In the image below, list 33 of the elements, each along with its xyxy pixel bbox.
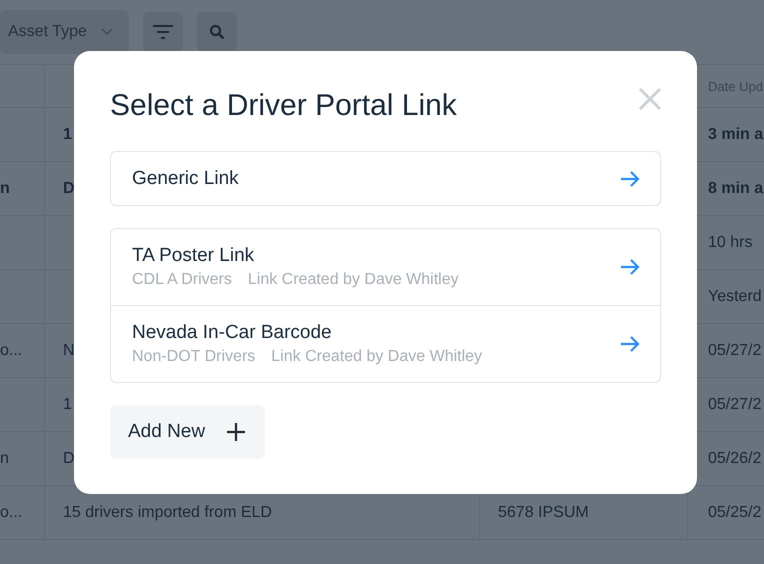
link-item[interactable]: Nevada In-Car Barcode Non-DOT Drivers Link Created by Dave Whitley (111, 305, 660, 382)
table-cell-text: 8 min a (707, 178, 764, 198)
arrow-right-icon (620, 336, 640, 352)
link-audience: CDL A Drivers (132, 271, 232, 289)
table-cell-text: 10 hrs (707, 232, 754, 252)
link-title: Generic Link (132, 168, 239, 190)
arrow-right-icon (620, 170, 640, 186)
link-title: Nevada In-Car Barcode (132, 322, 332, 343)
add-new-button[interactable]: Add New (110, 405, 266, 459)
table-cell-text: 3 min a (707, 124, 764, 144)
table-cell-text: 05/27/2 (707, 394, 762, 414)
table-cell-text: 05/26/2 (707, 448, 762, 468)
table-cell-text: Yesterd (707, 286, 763, 306)
chevron-down-icon (100, 28, 113, 36)
table-cell: n (0, 162, 45, 215)
link-creator: Link Created by Dave Whitley (248, 271, 459, 289)
filter-button[interactable] (142, 12, 183, 52)
link-title: TA Poster Link (132, 245, 254, 266)
search-button[interactable] (196, 12, 237, 52)
table-cell-text: 05/25/2 (707, 502, 762, 522)
generic-link-item[interactable]: Generic Link (110, 151, 661, 206)
plus-icon (227, 423, 246, 441)
table-cell: o... (0, 324, 45, 377)
link-creator: Link Created by Dave Whitley (271, 348, 482, 366)
link-item[interactable]: TA Poster Link CDL A Drivers Link Created by Dave Whitley (111, 229, 660, 305)
table-cell-text: 05/27/2 (707, 340, 762, 360)
table-cell: n (0, 432, 45, 485)
filter-icon (152, 24, 174, 40)
link-audience: Non-DOT Drivers (132, 348, 256, 366)
search-icon (208, 24, 225, 40)
table-cell: o... (0, 486, 45, 539)
close-icon (638, 87, 662, 111)
arrow-right-icon (620, 259, 640, 275)
